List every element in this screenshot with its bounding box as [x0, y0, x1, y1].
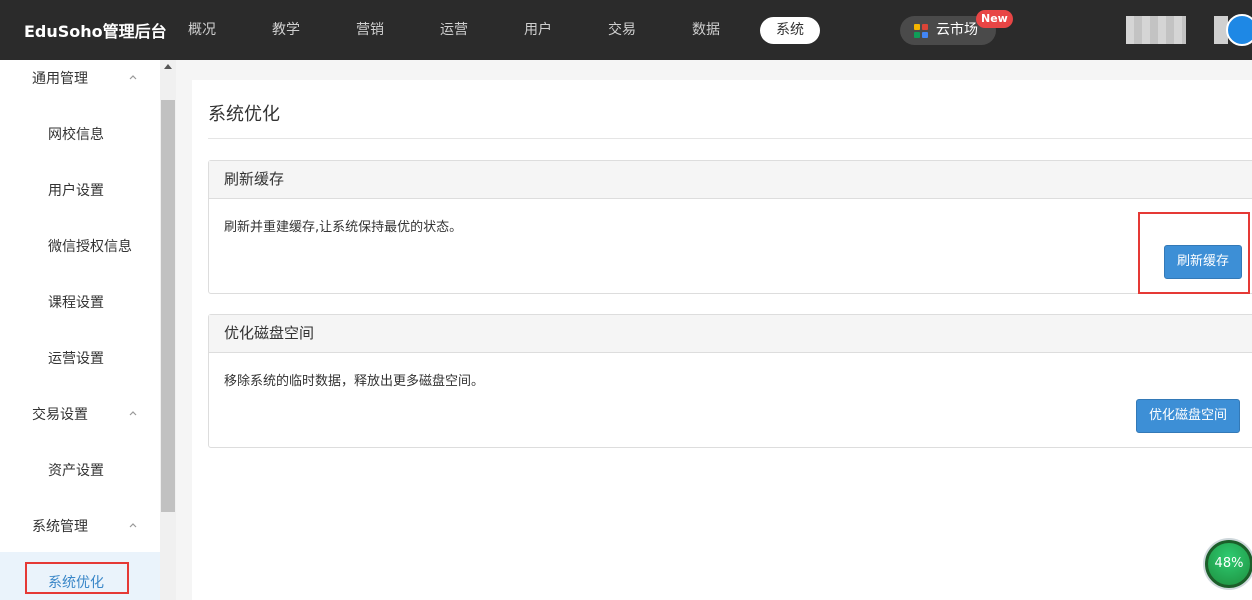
panel-description: 刷新并重建缓存,让系统保持最优的状态。 — [224, 220, 463, 235]
sidebar-item-user-settings[interactable]: 用户设置 — [48, 180, 104, 200]
nav-operations[interactable]: 运营 — [424, 17, 484, 44]
sidebar-group-general[interactable]: 通用管理 — [32, 68, 88, 88]
sidebar-item-asset-settings[interactable]: 资产设置 — [48, 460, 104, 480]
user-name-blurred[interactable] — [1126, 16, 1186, 44]
nav-overview[interactable]: 概况 — [172, 17, 232, 44]
top-navbar: EduSoho管理后台 概况 教学 营销 运营 用户 交易 数据 系统 云市场 … — [0, 0, 1252, 60]
cloud-market-label: 云市场 — [936, 22, 978, 38]
user-avatar[interactable] — [1226, 14, 1252, 46]
panel-heading: 刷新缓存 — [209, 161, 1252, 199]
scroll-up-arrow-icon[interactable] — [164, 64, 172, 69]
sidebar-item-school-info[interactable]: 网校信息 — [48, 124, 104, 144]
chevron-up-icon[interactable] — [128, 72, 138, 82]
optimize-disk-button[interactable]: 优化磁盘空间 — [1136, 399, 1241, 433]
nav-system[interactable]: 系统 — [760, 17, 820, 44]
sidebar-group-trade[interactable]: 交易设置 — [32, 404, 88, 424]
nav-users[interactable]: 用户 — [508, 17, 568, 44]
sidebar: 通用管理 网校信息 用户设置 微信授权信息 课程设置 运营设置 交易设置 资产设… — [0, 60, 160, 600]
performance-widget[interactable]: 48% — [1205, 540, 1252, 588]
chevron-up-icon[interactable] — [128, 408, 138, 418]
annotation-highlight-box — [1138, 212, 1250, 294]
chevron-up-icon[interactable] — [128, 520, 138, 530]
panel-description: 移除系统的临时数据，释放出更多磁盘空间。 — [224, 374, 485, 389]
apps-grid-icon — [914, 24, 928, 38]
refresh-cache-panel: 刷新缓存 刷新并重建缓存,让系统保持最优的状态。 刷新缓存 — [208, 160, 1252, 294]
nav-trade[interactable]: 交易 — [592, 17, 652, 44]
annotation-highlight-box — [25, 562, 129, 594]
new-badge: New — [976, 10, 1013, 28]
nav-data[interactable]: 数据 — [676, 17, 736, 44]
sidebar-item-course-settings[interactable]: 课程设置 — [48, 292, 104, 312]
optimize-disk-panel: 优化磁盘空间 移除系统的临时数据，释放出更多磁盘空间。 优化磁盘空间 — [208, 314, 1252, 448]
divider — [208, 138, 1252, 139]
sidebar-group-system[interactable]: 系统管理 — [32, 516, 88, 536]
scroll-thumb[interactable] — [161, 100, 175, 512]
nav-marketing[interactable]: 营销 — [340, 17, 400, 44]
panel-heading: 优化磁盘空间 — [209, 315, 1252, 353]
sidebar-item-operations-settings[interactable]: 运营设置 — [48, 348, 104, 368]
nav-teaching[interactable]: 教学 — [256, 17, 316, 44]
main-content: 系统优化 刷新缓存 刷新并重建缓存,让系统保持最优的状态。 刷新缓存 优化磁盘空… — [192, 80, 1252, 600]
sidebar-scrollbar[interactable] — [160, 60, 176, 600]
sidebar-item-wechat-auth[interactable]: 微信授权信息 — [48, 236, 132, 256]
page-title: 系统优化 — [208, 104, 280, 125]
brand-logo[interactable]: EduSoho管理后台 — [24, 18, 167, 42]
